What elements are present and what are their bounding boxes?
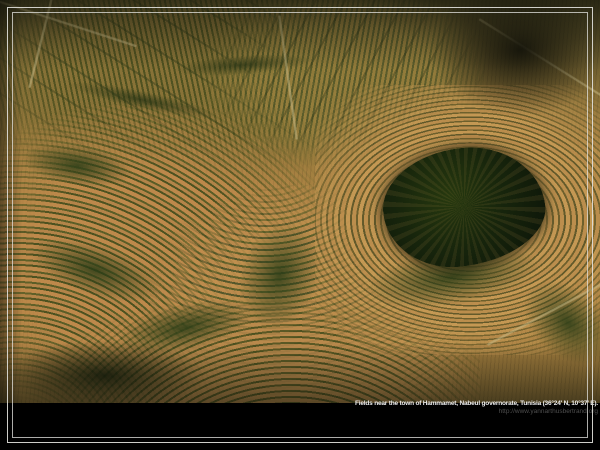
caption-title: Fields near the town of Hammamet, Nabeul… [355, 400, 598, 407]
vignette-left [0, 0, 22, 403]
aerial-photo [0, 0, 600, 403]
caption-url: http://www.yannarthusbertrand.org [355, 408, 598, 415]
wallpaper-image: Fields near the town of Hammamet, Nabeul… [0, 0, 600, 450]
vignette-bottom [0, 343, 600, 403]
haze-overlay-top [0, 0, 600, 70]
photo-caption: Fields near the town of Hammamet, Nabeul… [355, 400, 598, 415]
